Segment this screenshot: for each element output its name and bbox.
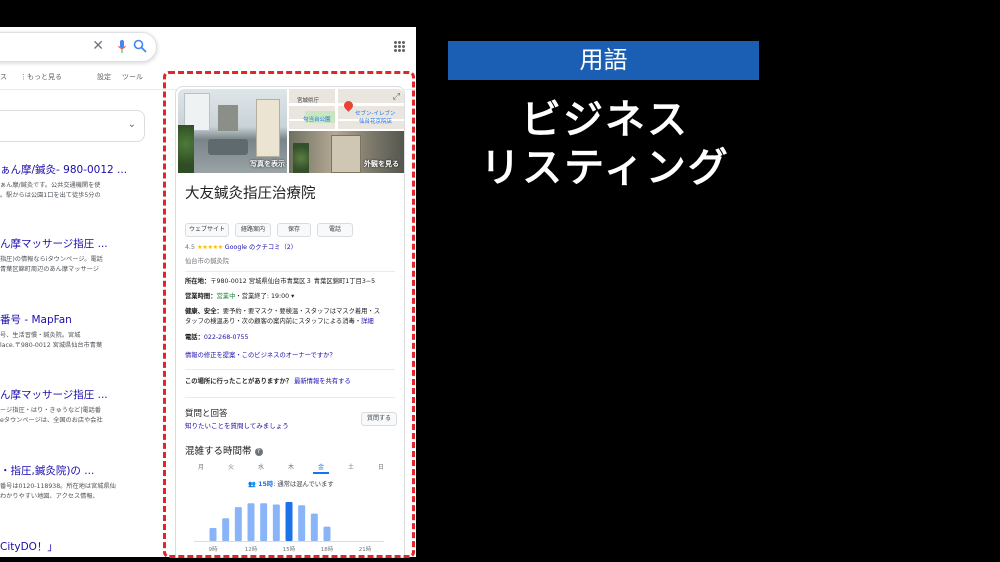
result-item: ん摩マッサージ指圧 ... ージ指圧・はり・きゅうなど|電話番 eタウンページは、…: [0, 389, 150, 426]
result-title[interactable]: CityDO！」: [0, 541, 150, 554]
search-icon[interactable]: [133, 39, 147, 53]
result-item: 番号 - MapFan 号、生活習慣・鍼灸院。宮城 lace.〒980-0012 …: [0, 314, 150, 351]
expandable-box[interactable]: ⌄: [0, 110, 145, 142]
search-input[interactable]: ✕: [0, 32, 157, 62]
result-title[interactable]: ・指圧,鍼灸院)の ...: [0, 465, 150, 478]
result-snippet: 号、生活習慣・鍼灸院。宮城 lace.〒980-0012 宮城県仙台市青葉: [0, 332, 103, 349]
apps-grid-icon[interactable]: [394, 41, 405, 52]
mic-icon[interactable]: [118, 40, 126, 53]
result-item: CityDO！」: [0, 541, 150, 554]
result-snippet: 指圧)の情報ならiタウンページ。電話 青葉区錦町周辺のあん摩マッサージ: [0, 256, 103, 273]
result-snippet: ぁん摩/鍼灸です。公共交通機関を使 。駅からは公園1口を出て徒歩5分の: [0, 182, 101, 199]
tab-settings[interactable]: 設定: [97, 72, 111, 82]
clear-icon[interactable]: ✕: [92, 38, 104, 54]
result-item: ぁん摩/鍼灸- 980-0012 ... ぁん摩/鍼灸です。公共交通機関を使 。駅…: [0, 164, 150, 201]
slide-title-line2: リスティング: [480, 145, 730, 191]
result-item: ・指圧,鍼灸院)の ... 番号は0120-118938。所在地は宮城県仙 わかり…: [0, 465, 150, 502]
result-title[interactable]: ん摩マッサージ指圧 ...: [0, 389, 150, 402]
term-tag: 用語: [448, 41, 759, 80]
slide-title: ビジネス リスティング: [430, 96, 780, 192]
tab-tools[interactable]: ツール: [122, 72, 143, 82]
tab-more[interactable]: ⋮もっと見る: [20, 72, 62, 82]
slide-title-line1: ビジネス: [521, 97, 689, 143]
result-item: ん摩マッサージ指圧 ... 指圧)の情報ならiタウンページ。電話 青葉区錦町周辺の…: [0, 238, 150, 275]
term-tag-label: 用語: [579, 46, 628, 74]
tab-partial[interactable]: ス: [0, 72, 7, 82]
result-snippet: ージ指圧・はり・きゅうなど|電話番 eタウンページは、全国のお店や会社: [0, 407, 103, 424]
result-title[interactable]: ぁん摩/鍼灸- 980-0012 ...: [0, 164, 150, 177]
result-title[interactable]: 番号 - MapFan: [0, 314, 150, 327]
result-title[interactable]: ん摩マッサージ指圧 ...: [0, 238, 150, 251]
highlight-frame: [163, 71, 415, 558]
chevron-down-icon: ⌄: [127, 119, 136, 130]
result-snippet: 番号は0120-118938。所在地は宮城県仙 わかりやすい地図、アクセス情報、: [0, 483, 116, 500]
